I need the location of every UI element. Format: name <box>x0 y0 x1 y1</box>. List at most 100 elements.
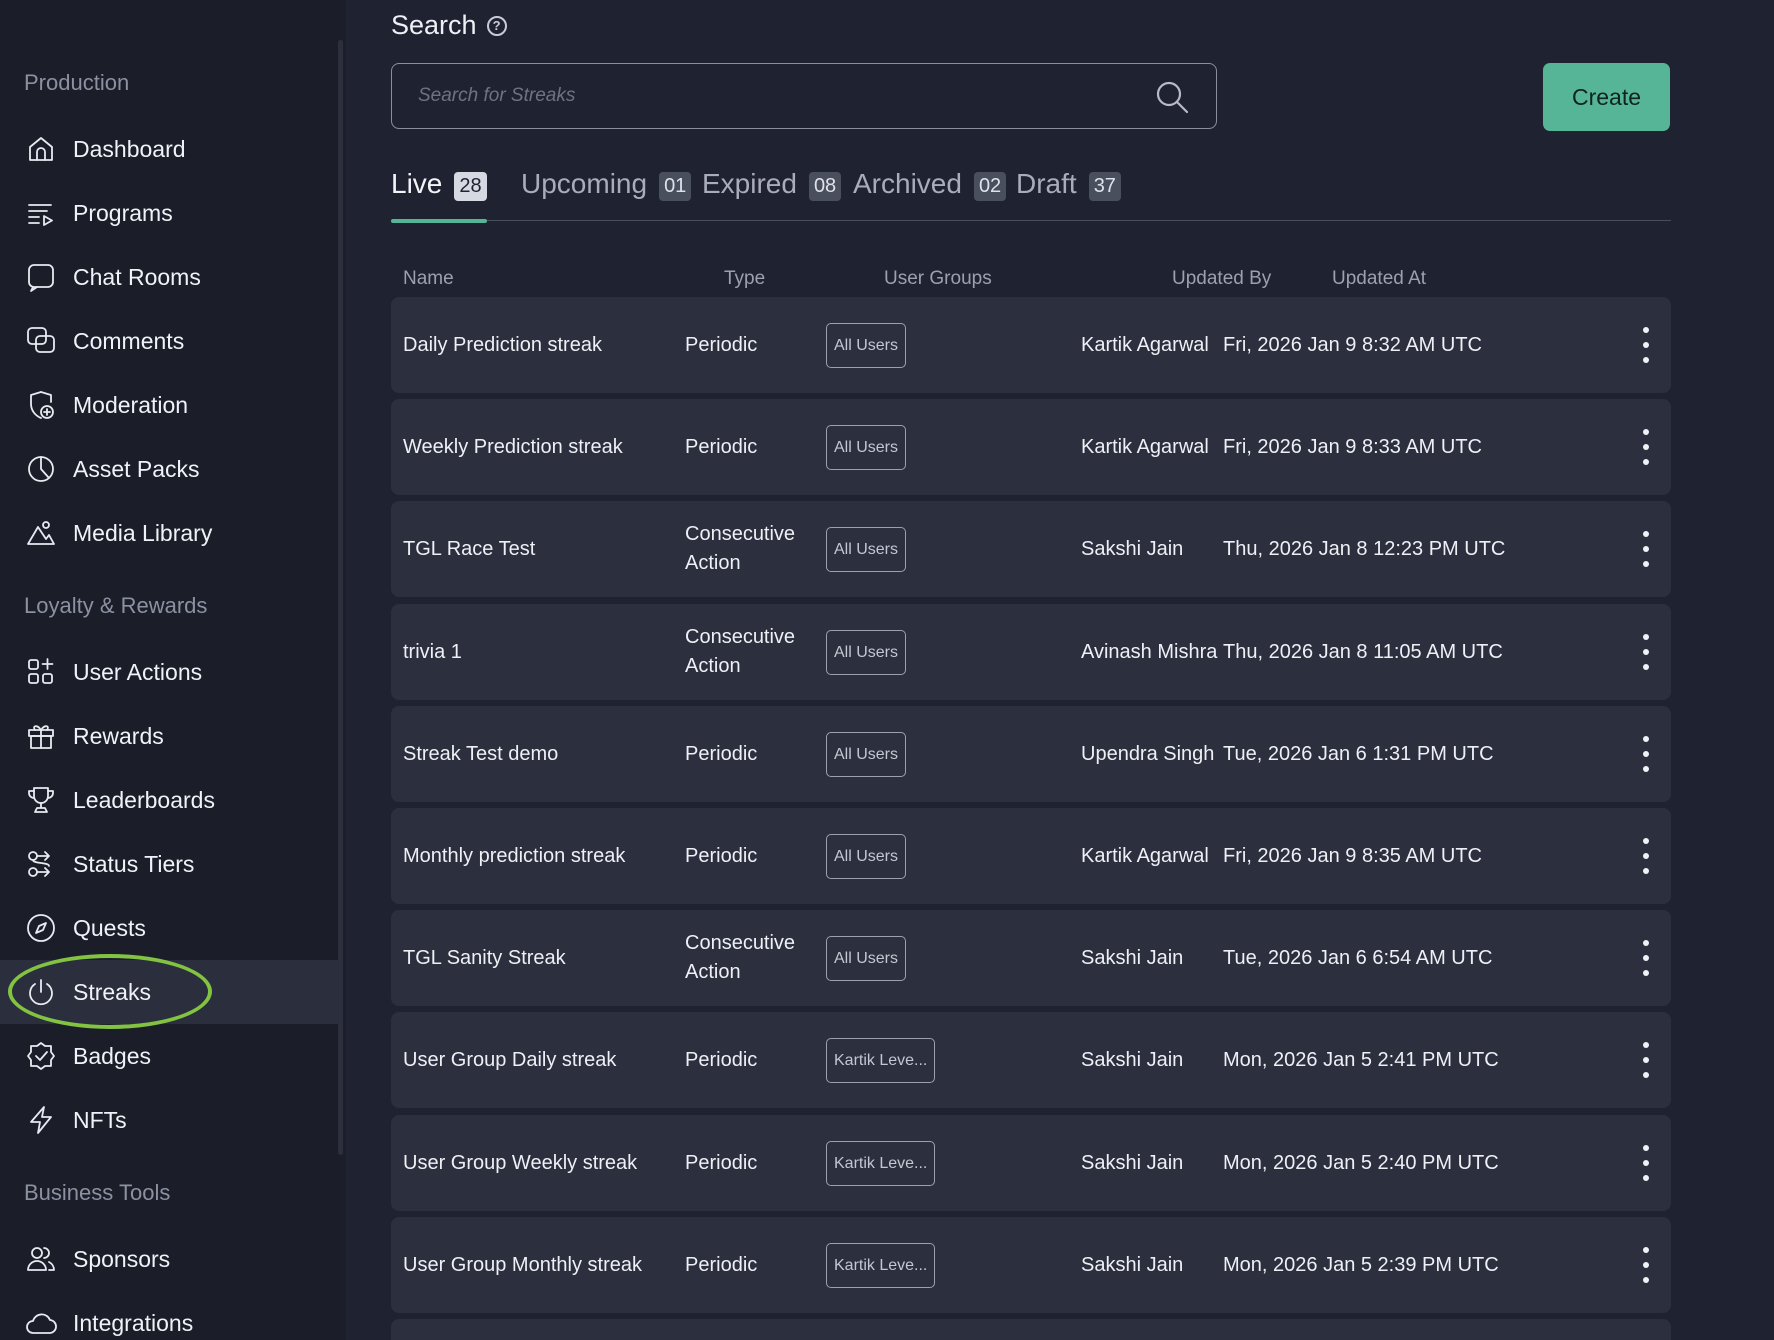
more-options-icon[interactable] <box>1635 734 1657 774</box>
cell-name: Daily Prediction streak <box>403 333 602 356</box>
more-options-icon[interactable] <box>1635 529 1657 569</box>
cell-user-groups: All Users <box>826 910 907 1006</box>
user-group-chip[interactable]: Kartik Leve... <box>826 1242 936 1288</box>
chat-icon <box>24 260 58 294</box>
sidebar-item-label: Media Library <box>73 519 213 546</box>
table-row[interactable]: User Group Weekly streak Periodic Kartik L… <box>391 1115 1671 1211</box>
sidebar-item-nfts[interactable]: NFTs <box>0 1088 340 1152</box>
home-icon <box>24 132 58 166</box>
tab-upcoming[interactable]: Upcoming 01 <box>521 168 692 221</box>
sidebar-item-comments[interactable]: Comments <box>0 309 340 373</box>
search-title: Search <box>391 10 477 40</box>
column-header-user-groups[interactable]: User Groups <box>884 268 992 290</box>
user-group-chip[interactable]: All Users <box>826 731 907 777</box>
more-options-icon[interactable] <box>1635 1245 1657 1285</box>
column-header-name[interactable]: Name <box>403 268 454 290</box>
tab-archived[interactable]: Archived 02 <box>853 168 1007 221</box>
column-header-type[interactable]: Type <box>724 268 765 290</box>
sidebar-item-label: Status Tiers <box>73 850 195 877</box>
section-title-production: Production <box>24 70 130 95</box>
user-group-chip[interactable]: All Users <box>826 526 907 572</box>
sidebar-item-label: User Actions <box>73 658 203 685</box>
user-group-chip[interactable]: All Users <box>826 629 907 675</box>
sidebar-item-badges[interactable]: Badges <box>0 1024 340 1088</box>
table-row[interactable]: Daily Prediction streak Periodic All Users… <box>391 297 1671 393</box>
column-header-updated-by[interactable]: Updated By <box>1172 268 1271 290</box>
sidebar-item-status-tiers[interactable]: Status Tiers <box>0 832 340 896</box>
sidebar-item-label: Sponsors <box>73 1245 171 1272</box>
tab-live[interactable]: Live 28 <box>391 168 487 223</box>
cell-type: Periodic <box>685 844 758 867</box>
comments-icon <box>24 324 58 358</box>
help-icon[interactable]: ? <box>486 15 507 36</box>
tab-count-badge: 08 <box>808 172 842 201</box>
more-options-icon[interactable] <box>1635 836 1657 876</box>
table-row[interactable] <box>391 1319 1671 1340</box>
table-row[interactable]: TGL Sanity Streak Consecutive Action All U… <box>391 910 1671 1006</box>
table-row[interactable]: Streak Test demo Periodic All Users Upendra… <box>391 706 1671 802</box>
more-options-icon[interactable] <box>1635 632 1657 672</box>
table-row[interactable]: Monthly prediction streak Periodic All Use… <box>391 808 1671 904</box>
sidebar-item-leaderboards[interactable]: Leaderboards <box>0 768 340 832</box>
sidebar-item-dashboard[interactable]: Dashboard <box>0 117 340 181</box>
users-icon <box>24 1242 58 1276</box>
more-options-icon[interactable] <box>1635 427 1657 467</box>
sidebar-item-label: Dashboard <box>73 135 186 162</box>
more-options-icon[interactable] <box>1635 1143 1657 1183</box>
tab-count-badge: 28 <box>454 172 487 201</box>
tab-draft[interactable]: Draft 37 <box>1016 168 1121 221</box>
cell-user-groups: All Users <box>826 399 907 495</box>
sidebar-item-chat-rooms[interactable]: Chat Rooms <box>0 245 340 309</box>
sidebar-item-streaks[interactable]: Streaks <box>0 960 340 1024</box>
table-row[interactable]: trivia 1 Consecutive Action All Users Avina… <box>391 604 1671 700</box>
tab-label: Upcoming <box>521 168 648 199</box>
sidebar-item-asset-packs[interactable]: Asset Packs <box>0 437 340 501</box>
sidebar-item-user-actions[interactable]: User Actions <box>0 640 340 704</box>
programs-icon <box>24 196 58 230</box>
search-icon[interactable] <box>1154 79 1190 115</box>
sidebar-item-quests[interactable]: Quests <box>0 896 340 960</box>
create-button[interactable]: Create <box>1543 63 1670 131</box>
sidebar-item-label: Leaderboards <box>73 786 215 813</box>
sidebar-item-moderation[interactable]: Moderation <box>0 373 340 437</box>
sidebar-item-label: Chat Rooms <box>73 263 201 290</box>
table-row[interactable]: User Group Monthly streak Periodic Kartik … <box>391 1217 1671 1313</box>
sidebar-item-integrations[interactable]: Integrations <box>0 1291 340 1340</box>
cell-name: Monthly prediction streak <box>403 844 626 867</box>
cell-user-groups: Kartik Leve... <box>826 1217 936 1313</box>
cell-type: Periodic <box>685 1048 758 1071</box>
user-group-chip[interactable]: All Users <box>826 322 907 368</box>
cell-user-groups: All Users <box>826 297 907 393</box>
cell-updated-by: Sakshi Jain <box>1081 537 1184 560</box>
sidebar-scrollbar[interactable] <box>338 40 343 1155</box>
user-group-chip[interactable]: All Users <box>826 833 907 879</box>
sidebar-item-label: Quests <box>73 914 146 941</box>
cell-name: TGL Sanity Streak <box>403 946 566 969</box>
tab-expired[interactable]: Expired 08 <box>702 168 842 221</box>
user-group-chip[interactable]: Kartik Leve... <box>826 1140 936 1186</box>
sidebar-item-media-library[interactable]: Media Library <box>0 501 340 565</box>
table-row[interactable]: User Group Daily streak Periodic Kartik Le… <box>391 1012 1671 1108</box>
main-content: Search ? Create Live 28 Upcoming 01 Expi… <box>346 0 1774 1340</box>
user-group-chip[interactable]: Kartik Leve... <box>826 1037 936 1083</box>
search-input[interactable] <box>418 64 1118 127</box>
cell-name: User Group Weekly streak <box>403 1151 638 1174</box>
cell-updated-by: Kartik Agarwal <box>1081 333 1209 356</box>
sidebar-item-rewards[interactable]: Rewards <box>0 704 340 768</box>
table-row[interactable]: TGL Race Test Consecutive Action All Users… <box>391 501 1671 597</box>
cell-type: Consecutive Action <box>685 626 796 677</box>
cell-updated-at: Thu, 2026 Jan 8 11:05 AM UTC <box>1223 640 1503 663</box>
table-row[interactable]: Weekly Prediction streak Periodic All User… <box>391 399 1671 495</box>
user-group-chip[interactable]: All Users <box>826 424 907 470</box>
sidebar-item-label: Comments <box>73 327 185 354</box>
sidebar-item-sponsors[interactable]: Sponsors <box>0 1227 340 1291</box>
tab-bar: Live 28 Upcoming 01 Expired 08 Archived … <box>391 168 1671 223</box>
column-header-updated-at[interactable]: Updated At <box>1332 268 1426 290</box>
sidebar-item-programs[interactable]: Programs <box>0 181 340 245</box>
cell-name: Weekly Prediction streak <box>403 435 623 458</box>
more-options-icon[interactable] <box>1635 1040 1657 1080</box>
more-options-icon[interactable] <box>1635 938 1657 978</box>
user-group-chip[interactable]: All Users <box>826 935 907 981</box>
more-options-icon[interactable] <box>1635 325 1657 365</box>
cell-updated-at: Mon, 2026 Jan 5 2:39 PM UTC <box>1223 1253 1499 1276</box>
